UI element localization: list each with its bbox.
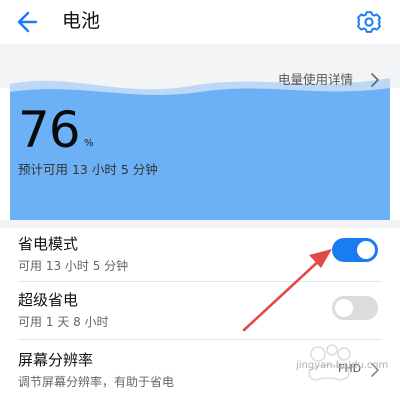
- super-saving-toggle[interactable]: [332, 296, 378, 320]
- usage-details-link[interactable]: 电量使用详情: [278, 72, 353, 88]
- battery-percent: 76: [18, 101, 81, 159]
- divider: [18, 281, 382, 282]
- power-saving-subtitle: 可用 13 小时 5 分钟: [18, 259, 129, 273]
- super-saving-row[interactable]: 超级省电 可用 1 天 8 小时: [0, 284, 400, 340]
- power-saving-row[interactable]: 省电模式 可用 13 小时 5 分钟: [0, 228, 400, 284]
- battery-estimate: 预计可用 13 小时 5 分钟: [18, 162, 158, 177]
- watermark-text: jingyan.baidu.com: [296, 360, 389, 371]
- title-bar: 电池: [0, 0, 400, 44]
- chevron-right-icon[interactable]: [370, 72, 380, 88]
- power-saving-title: 省电模式: [18, 235, 79, 253]
- super-saving-title: 超级省电: [18, 291, 79, 309]
- back-arrow-icon: [17, 11, 38, 33]
- toggle-knob: [335, 299, 353, 317]
- section-gap: [0, 220, 400, 228]
- back-button[interactable]: [14, 8, 44, 36]
- screen-resolution-subtitle: 调节屏幕分辨率，有助于省电: [18, 375, 175, 389]
- percent-unit: %: [84, 138, 94, 149]
- toggle-knob: [357, 241, 375, 259]
- gear-icon: [357, 11, 381, 33]
- page-title: 电池: [62, 10, 101, 32]
- super-saving-subtitle: 可用 1 天 8 小时: [18, 315, 109, 329]
- power-saving-toggle[interactable]: [332, 238, 378, 262]
- screen-resolution-title: 屏幕分辨率: [18, 351, 94, 369]
- settings-button[interactable]: [354, 7, 384, 37]
